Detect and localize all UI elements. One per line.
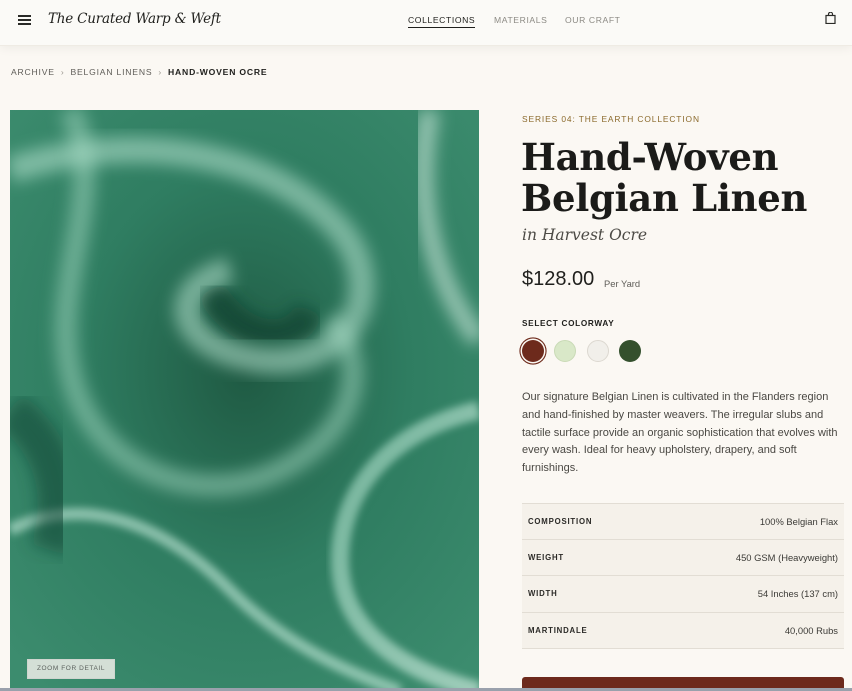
price-unit: Per Yard <box>604 278 641 289</box>
swatch-rust[interactable] <box>522 340 544 362</box>
fabric-photo <box>10 110 479 691</box>
product-image[interactable] <box>10 110 479 691</box>
swatch-ivory[interactable] <box>587 340 609 362</box>
breadcrumb-current: HAND-WOVEN OCRE <box>168 67 268 77</box>
nav-materials[interactable]: MATERIALS <box>494 15 547 25</box>
nav-our-craft[interactable]: OUR CRAFT <box>565 15 621 25</box>
breadcrumb: ARCHIVE › BELGIAN LINENS › HAND-WOVEN OCRE <box>11 67 267 77</box>
spec-value: 100% Belgian Flax <box>759 515 838 527</box>
breadcrumb-separator: › <box>60 67 65 77</box>
shopping-bag-icon[interactable] <box>825 12 836 24</box>
breadcrumb-belgian-linens[interactable]: BELGIAN LINENS <box>70 67 152 77</box>
swatch-forest[interactable] <box>619 340 641 362</box>
spec-row-composition: COMPOSITION 100% Belgian Flax <box>522 503 844 540</box>
zoom-button[interactable]: ZOOM FOR DETAIL <box>27 659 115 679</box>
spec-row-width: WIDTH 54 Inches (137 cm) <box>522 576 844 613</box>
product-price: $128.00 <box>522 268 595 290</box>
product-title-line1: Hand-Woven <box>521 135 779 179</box>
spec-row-martindale: MARTINDALE 40,000 Rubs <box>522 612 844 649</box>
breadcrumb-separator: › <box>158 67 163 77</box>
spec-value: 450 GSM (Heavyweight) <box>735 551 838 563</box>
top-header: The Curated Warp & Weft COLLECTIONS MATE… <box>0 0 852 46</box>
hamburger-icon[interactable] <box>18 15 31 25</box>
spec-label: WEIGHT <box>528 552 564 562</box>
series-label: SERIES 04: THE EARTH COLLECTION <box>522 114 700 124</box>
spec-value: 40,000 Rubs <box>784 624 838 636</box>
spec-value: 54 Inches (137 cm) <box>757 588 838 600</box>
breadcrumb-archive[interactable]: ARCHIVE <box>11 67 55 77</box>
spec-label: COMPOSITION <box>528 516 593 526</box>
specs-table: COMPOSITION 100% Belgian Flax WEIGHT 450… <box>522 503 844 649</box>
nav-collections[interactable]: COLLECTIONS <box>408 15 476 28</box>
swatch-sage[interactable] <box>554 340 576 362</box>
product-subtitle: in Harvest Ocre <box>522 226 648 244</box>
spec-row-weight: WEIGHT 450 GSM (Heavyweight) <box>522 539 844 576</box>
product-title-line2: Belgian Linen <box>521 176 808 220</box>
product-description: Our signature Belgian Linen is cultivate… <box>522 391 838 475</box>
spec-label: MARTINDALE <box>528 625 588 635</box>
brand-logo[interactable]: The Curated Warp & Weft <box>48 11 221 27</box>
product-title: Hand-Woven Belgian Linen <box>521 137 841 219</box>
spec-label: WIDTH <box>528 589 558 599</box>
colorway-label: SELECT COLORWAY <box>522 319 615 328</box>
